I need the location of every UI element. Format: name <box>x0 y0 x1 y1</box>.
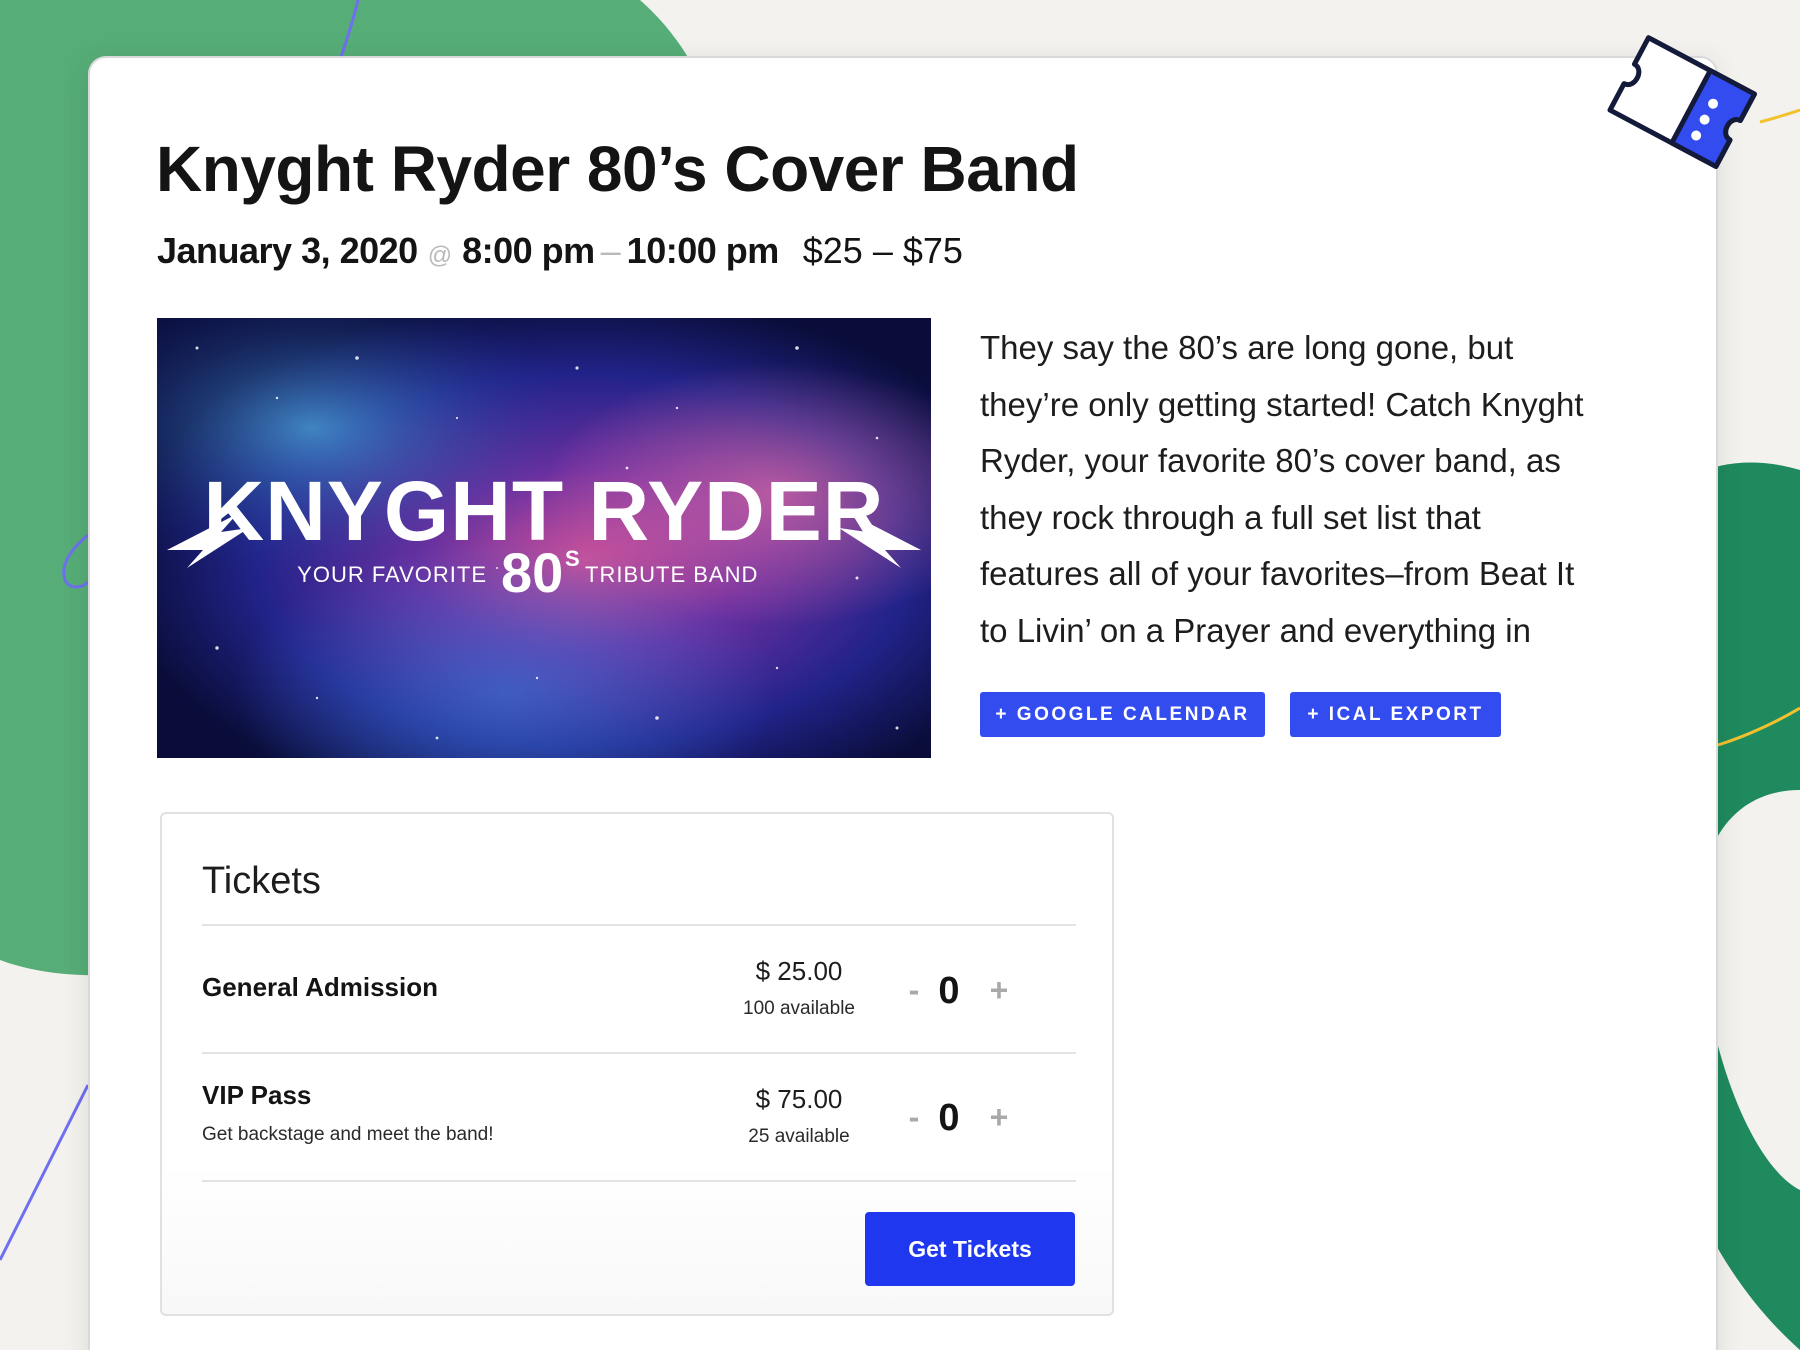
tickets-heading: Tickets <box>202 860 321 902</box>
quantity-increase-button[interactable]: + <box>984 974 1014 1006</box>
event-price-range: $25 – $75 <box>802 230 963 271</box>
tickets-box: Tickets General Admission $ 25.00 100 av… <box>160 812 1114 1316</box>
event-card: Knyght Ryder 80’s Cover Band January 3, … <box>88 56 1718 1350</box>
at-separator: @ <box>427 242 453 269</box>
event-meta: January 3, 2020 @ 8:00 pm – 10:00 pm $25… <box>157 230 963 272</box>
description-line: they rock through a full set list that <box>980 498 1481 536</box>
ticket-name: General Admission <box>202 972 438 1002</box>
hero-tagline-right: TRIBUTE BAND <box>585 562 758 587</box>
event-description: They say the 80’s are long gone, but the… <box>980 320 1660 659</box>
hero-tagline-left: YOUR FAVORITE <box>297 562 487 587</box>
hero-tagline-s: S <box>565 546 580 571</box>
ticket-availability: 25 available <box>748 1126 850 1147</box>
get-tickets-button[interactable]: Get Tickets <box>865 1212 1075 1286</box>
event-hero-image: KNYGHT RYDER YOUR FAVORITE 80 S TRIBUTE … <box>157 318 931 758</box>
ticket-price: $ 75.00 <box>755 1084 843 1114</box>
ticket-icon <box>1607 35 1757 169</box>
ical-export-button[interactable]: + ICAL EXPORT <box>1290 692 1501 737</box>
event-title: Knyght Ryder 80’s Cover Band <box>156 133 1079 205</box>
ticket-row-divider <box>202 1180 1076 1182</box>
description-line: Ryder, your favorite 80’s cover band, as <box>980 442 1561 479</box>
screenshot-stage: Knyght Ryder 80’s Cover Band January 3, … <box>0 0 1800 1350</box>
ticket-row-divider <box>202 1052 1076 1054</box>
time-dash: – <box>600 230 621 271</box>
description-line: they’re only getting started! Catch Knyg… <box>980 385 1584 423</box>
description-line: to Livin’ on a Prayer and everything in <box>980 611 1531 649</box>
quantity-decrease-button[interactable]: - <box>899 1101 929 1133</box>
google-calendar-button[interactable]: + GOOGLE CALENDAR <box>980 692 1265 737</box>
ticket-price: $ 25.00 <box>755 956 843 986</box>
event-end-time: 10:00 pm <box>626 230 780 271</box>
description-line: features all of your favorites–from Beat… <box>980 555 1575 592</box>
description-line: They say the 80’s are long gone, but <box>980 329 1514 366</box>
quantity-increase-button[interactable]: + <box>984 1101 1014 1133</box>
hero-tagline-80: 80 <box>501 541 563 604</box>
event-start-time: 8:00 pm <box>462 230 595 271</box>
ticket-name: VIP Pass <box>202 1080 312 1110</box>
quantity-decrease-button[interactable]: - <box>899 974 929 1006</box>
quantity-value[interactable]: 0 <box>929 1099 969 1137</box>
event-date: January 3, 2020 <box>157 230 418 271</box>
ticket-description: Get backstage and meet the band! <box>202 1124 494 1145</box>
quantity-value[interactable]: 0 <box>929 972 969 1010</box>
ticket-availability: 100 available <box>743 998 855 1019</box>
tickets-divider <box>202 924 1076 926</box>
